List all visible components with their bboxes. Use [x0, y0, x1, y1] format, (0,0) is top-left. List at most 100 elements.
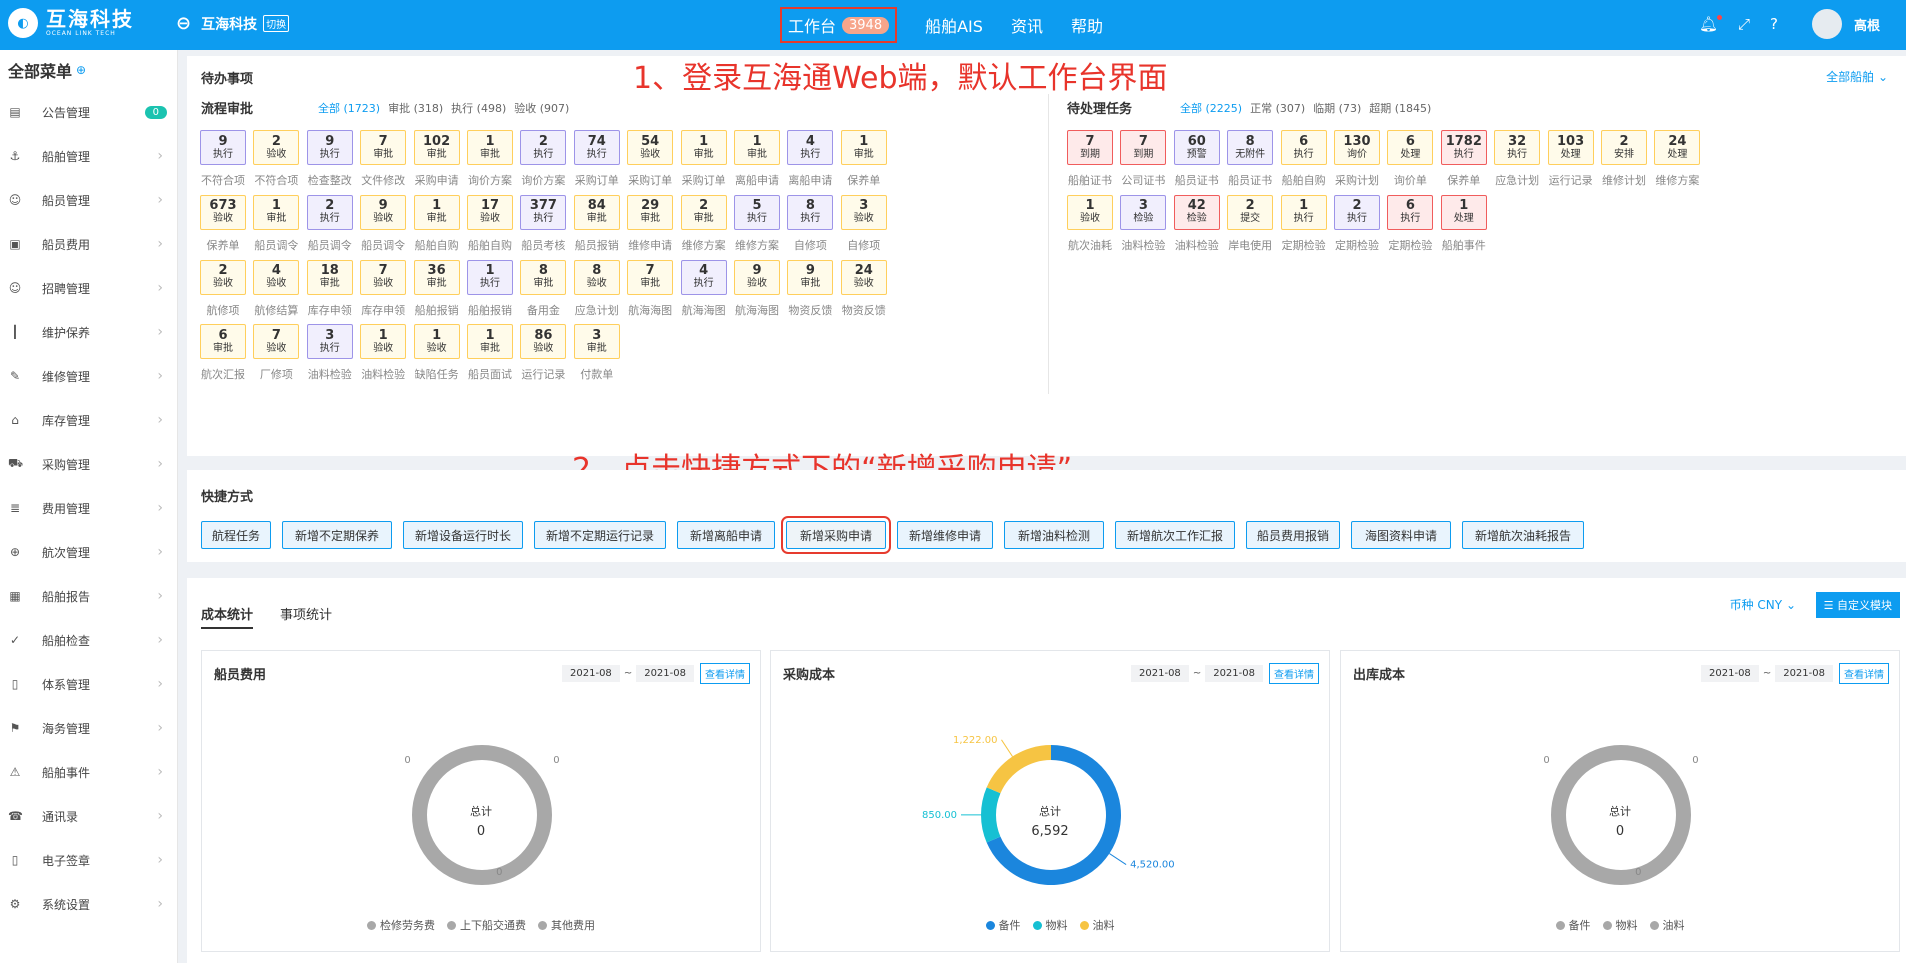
task-tile[interactable]: 2 安排 维修计划 — [1600, 130, 1648, 188]
legend-item[interactable]: 物料 — [1602, 917, 1638, 933]
shortcut-button[interactable]: 新增设备运行时长 — [403, 521, 523, 549]
task-tile[interactable]: 7 到期 船舶证书 — [1066, 130, 1114, 188]
task-tile[interactable]: 17 验收 船舶自购 — [466, 194, 514, 253]
tile-box[interactable]: 2 安排 — [1601, 130, 1647, 165]
legend-item[interactable]: 上下船交通费 — [447, 917, 526, 933]
tile-box[interactable]: 1782 执行 — [1440, 130, 1487, 165]
tile-box[interactable]: 9 验收 — [360, 194, 407, 230]
task-tile[interactable]: 9 审批 物资反馈 — [786, 259, 834, 318]
task-tile[interactable]: 8 执行 自修项 — [786, 194, 834, 253]
legend-item[interactable]: 检修劳务费 — [367, 917, 435, 933]
tile-box[interactable]: 9 执行 — [200, 130, 246, 165]
task-tile[interactable]: 103 处理 运行记录 — [1547, 130, 1595, 188]
task-tile[interactable]: 1 审批 船舶自购 — [413, 194, 461, 253]
sidebar-item[interactable]: ⚑ 海务管理 › — [0, 706, 177, 750]
task-tile[interactable]: 84 审批 船员报销 — [573, 194, 621, 253]
tile-box[interactable]: 2 验收 — [253, 130, 300, 165]
shortcut-button[interactable]: 海图资料申请 — [1351, 521, 1451, 549]
tile-box[interactable]: 6 处理 — [1387, 130, 1434, 165]
sidebar-item[interactable]: ▦ 船舶报告 › — [0, 574, 177, 618]
tile-box[interactable]: 32 执行 — [1494, 130, 1541, 165]
user-name[interactable]: 高根 — [1854, 15, 1880, 34]
tile-box[interactable]: 3 验收 — [840, 194, 887, 230]
tile-box[interactable]: 4 执行 — [787, 130, 834, 165]
tile-box[interactable]: 1 审批 — [734, 130, 780, 165]
tile-box[interactable]: 9 执行 — [306, 130, 353, 165]
task-tile[interactable]: 36 审批 船舶报销 — [413, 259, 461, 318]
task-tile[interactable]: 8 审批 备用金 — [519, 259, 567, 318]
task-tile[interactable]: 1 审批 船员调令 — [252, 194, 300, 253]
back-icon[interactable]: ⊖ — [176, 13, 191, 34]
task-tile[interactable]: 1 处理 船舶事件 — [1440, 194, 1488, 253]
tile-box[interactable]: 7 到期 — [1120, 130, 1167, 165]
tile-box[interactable]: 84 审批 — [573, 194, 620, 230]
shortcut-button[interactable]: 新增不定期运行记录 — [534, 521, 666, 549]
sidebar-item[interactable]: ✓ 船舶检查 › — [0, 618, 177, 662]
date-from[interactable]: 2021-08 — [562, 665, 620, 682]
nav-ship-ais[interactable]: 船舶AIS — [925, 13, 983, 37]
task-tile[interactable]: 32 执行 应急计划 — [1493, 130, 1541, 188]
tile-box[interactable]: 1 执行 — [1280, 194, 1327, 230]
tab-cost-stats[interactable]: 成本统计 — [201, 604, 254, 629]
logo[interactable]: ◐ 互海科技 OCEAN LINK TECH — [8, 8, 134, 38]
legend-item[interactable]: 备件 — [1555, 917, 1591, 933]
task-tile[interactable]: 2 审批 维修方案 — [680, 194, 728, 253]
tile-box[interactable]: 8 无附件 — [1227, 130, 1274, 165]
task-tile[interactable]: 2 执行 船员调令 — [306, 194, 354, 253]
task-tile[interactable]: 1 审批 保养单 — [840, 130, 888, 188]
legend-item[interactable]: 油料 — [1649, 917, 1685, 933]
tile-box[interactable]: 377 执行 — [520, 194, 567, 230]
task-tile[interactable]: 1 验收 缺陷任务 — [413, 324, 461, 382]
tile-box[interactable]: 17 验收 — [467, 194, 513, 230]
tile-box[interactable]: 1 审批 — [840, 130, 887, 165]
sidebar-item[interactable]: ☺ 招聘管理 › — [0, 266, 177, 310]
tile-box[interactable]: 2 执行 — [1334, 194, 1380, 230]
view-detail-button[interactable]: 查看详情 — [1839, 663, 1889, 684]
company-switcher[interactable]: ⊖ 互海科技 切换 — [176, 13, 290, 34]
date-to[interactable]: 2021-08 — [1205, 665, 1263, 682]
task-tile[interactable]: 18 审批 库存申领 — [306, 259, 354, 318]
tile-box[interactable]: 130 询价 — [1334, 130, 1380, 165]
tile-box[interactable]: 4 验收 — [253, 259, 300, 295]
tile-box[interactable]: 24 处理 — [1654, 130, 1701, 165]
task-tile[interactable]: 2 执行 定期检验 — [1333, 194, 1381, 253]
ship-filter[interactable]: 全部船舶 ⌄ — [1826, 68, 1888, 85]
tile-box[interactable]: 3 审批 — [573, 324, 620, 360]
task-tile[interactable]: 3 检验 油料检验 — [1119, 194, 1167, 253]
view-detail-button[interactable]: 查看详情 — [700, 663, 750, 684]
sidebar-item[interactable]: ☎ 通讯录 › — [0, 794, 177, 838]
filter-tab[interactable]: 审批 (318) — [388, 100, 443, 116]
shortcut-button[interactable]: 新增维修申请 — [897, 521, 993, 549]
tile-box[interactable]: 8 审批 — [520, 259, 567, 295]
date-to[interactable]: 2021-08 — [636, 665, 694, 682]
tile-box[interactable]: 103 处理 — [1547, 130, 1594, 165]
task-tile[interactable]: 1782 执行 保养单 — [1440, 130, 1488, 188]
task-tile[interactable]: 3 审批 付款单 — [573, 324, 621, 382]
tile-box[interactable]: 4 执行 — [680, 259, 727, 295]
task-tile[interactable]: 29 审批 维修申请 — [626, 194, 674, 253]
sidebar-item[interactable]: ▣ 船员费用 › — [0, 222, 177, 266]
legend-item[interactable]: 物料 — [1032, 917, 1068, 933]
task-tile[interactable]: 7 到期 公司证书 — [1119, 130, 1167, 188]
task-tile[interactable]: 102 审批 采购申请 — [413, 130, 461, 188]
nav-help[interactable]: 帮助 — [1071, 13, 1103, 37]
task-tile[interactable]: 1 验收 油料检验 — [359, 324, 407, 382]
tile-box[interactable]: 6 执行 — [1280, 130, 1327, 165]
avatar[interactable] — [1811, 9, 1842, 39]
sidebar-item[interactable]: ┃ 维护保养 › — [0, 310, 177, 354]
task-tile[interactable]: 130 询价 采购计划 — [1333, 130, 1381, 188]
filter-tab[interactable]: 全部 (1723) — [318, 100, 380, 116]
shortcut-button[interactable]: 航程任务 — [201, 521, 271, 549]
filter-tab[interactable]: 正常 (307) — [1250, 100, 1305, 116]
task-tile[interactable]: 6 审批 航次汇报 — [199, 324, 247, 382]
shortcut-button[interactable]: 新增航次工作汇报 — [1115, 521, 1235, 549]
filter-tab[interactable]: 超期 (1845) — [1369, 100, 1431, 116]
tile-box[interactable]: 673 验收 — [200, 194, 246, 230]
tile-box[interactable]: 9 审批 — [787, 259, 834, 295]
tile-box[interactable]: 1 审批 — [413, 194, 460, 230]
tile-box[interactable]: 1 审批 — [467, 130, 513, 165]
task-tile[interactable]: 6 执行 定期检验 — [1386, 194, 1434, 253]
tile-box[interactable]: 8 验收 — [573, 259, 620, 295]
task-tile[interactable]: 9 执行 不符合项 — [199, 130, 247, 188]
tile-box[interactable]: 1 审批 — [467, 324, 513, 360]
